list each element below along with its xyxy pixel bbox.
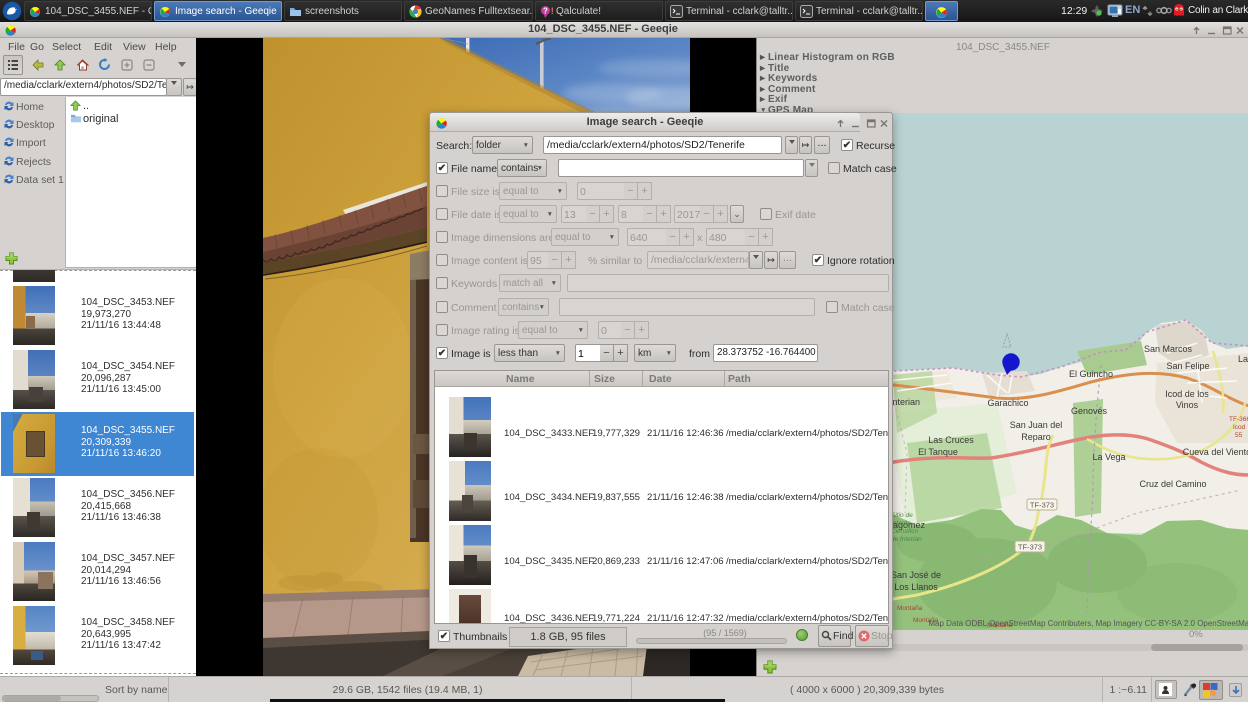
svg-text:Genovés: Genovés — [1071, 406, 1108, 416]
svg-text:Cueva del Viento: Cueva del Viento — [1183, 447, 1248, 457]
svg-text:Interés: Interés — [891, 520, 912, 527]
svg-text:Interian: Interian — [890, 397, 920, 407]
svg-text:Sitio de: Sitio de — [891, 512, 913, 519]
svg-text:La Vega: La Vega — [1092, 452, 1125, 462]
svg-text:TF-373: TF-373 — [1030, 501, 1054, 510]
svg-text:El Guincho: El Guincho — [1069, 369, 1113, 379]
svg-text:Map Data ODBL OpenStreetMap Co: Map Data ODBL OpenStreetMap Contributers… — [928, 619, 1248, 628]
svg-text:Científico: Científico — [891, 528, 918, 535]
svg-text:!: ! — [551, 6, 553, 16]
svg-text:Reparo: Reparo — [1021, 432, 1051, 442]
svg-text:Cruz del Camino: Cruz del Camino — [1139, 479, 1206, 489]
svg-text:TF-373: TF-373 — [1018, 543, 1042, 552]
svg-text:Las Cruces: Las Cruces — [928, 435, 974, 445]
svg-text:Los Llanos: Los Llanos — [894, 582, 938, 592]
svg-text:San Marcos: San Marcos — [1144, 344, 1193, 354]
svg-text:Garachico: Garachico — [987, 398, 1028, 408]
svg-text:El Tanque: El Tanque — [918, 447, 958, 457]
svg-text:de Interián: de Interián — [891, 536, 922, 543]
svg-text:San Felipe: San Felipe — [1166, 361, 1209, 371]
svg-text:San Juan del: San Juan del — [1010, 420, 1063, 430]
svg-text:Icod: Icod — [1233, 424, 1246, 431]
svg-text:San José de: San José de — [891, 570, 941, 580]
svg-text:Vinos: Vinos — [1176, 400, 1199, 410]
svg-text:Montaña: Montaña — [897, 605, 923, 612]
svg-text:TF-366: TF-366 — [1229, 416, 1248, 423]
svg-text:?: ? — [543, 7, 548, 16]
svg-text:55: 55 — [1235, 432, 1243, 439]
svg-text:Icod de los: Icod de los — [1165, 389, 1209, 399]
svg-text:La: La — [1238, 354, 1248, 364]
